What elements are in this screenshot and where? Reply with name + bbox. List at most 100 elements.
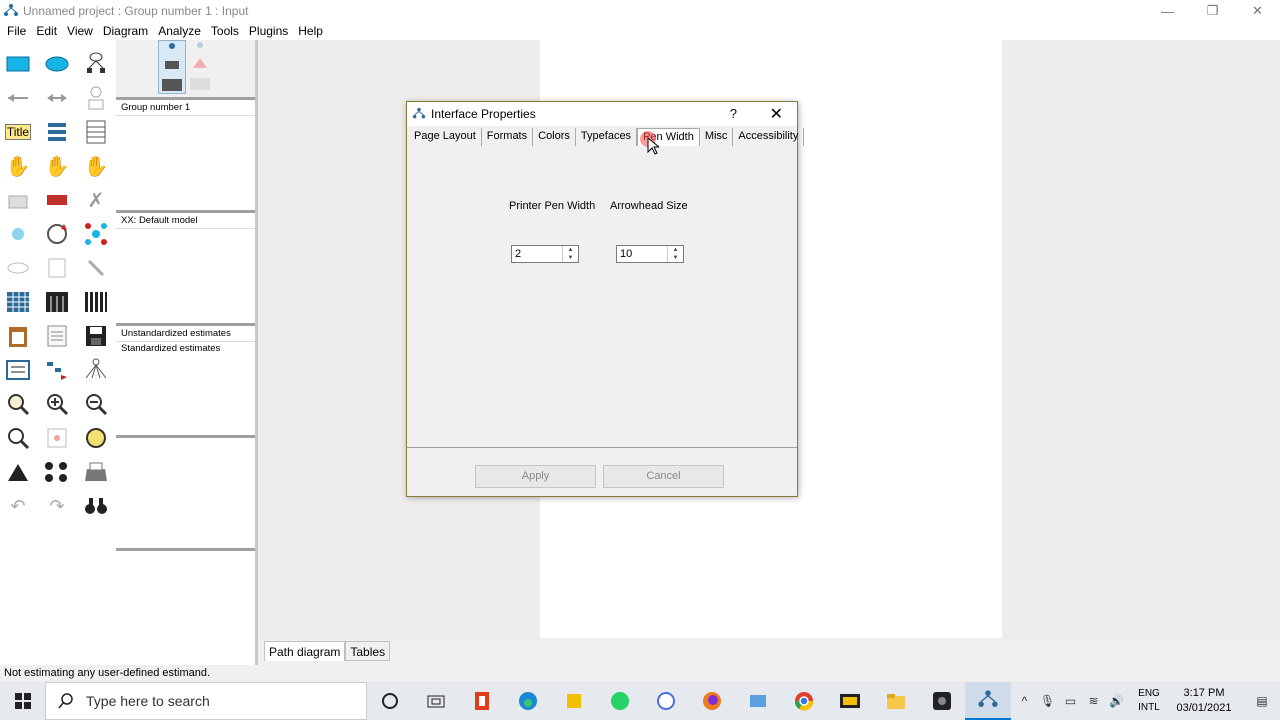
unstandardized-estimates-item[interactable]: Unstandardized estimates (116, 326, 255, 342)
zoom-in-area-icon[interactable] (3, 390, 33, 418)
model-item[interactable]: XX: Default model (116, 213, 255, 229)
start-button[interactable] (0, 682, 45, 720)
whatsapp-icon[interactable] (597, 682, 643, 720)
clock[interactable]: 3:17 PM 03/01/2021 (1164, 686, 1244, 716)
select-all-objects-icon[interactable]: ✋ (42, 152, 72, 180)
maximize-button[interactable]: ❐ (1190, 0, 1235, 22)
reflect-indicators-icon[interactable] (81, 220, 111, 248)
move-parameter-icon[interactable] (3, 254, 33, 282)
spin-down-icon[interactable]: ▼ (668, 254, 683, 262)
file-explorer-icon[interactable] (873, 682, 919, 720)
spin-up-icon[interactable]: ▲ (668, 246, 683, 254)
multiple-group-analysis-icon[interactable] (42, 458, 72, 486)
tab-colors[interactable]: Colors (533, 128, 576, 146)
tab-accessibility[interactable]: Accessibility (733, 128, 805, 146)
select-data-files-icon[interactable] (3, 288, 33, 316)
move-objects-icon[interactable] (42, 186, 72, 214)
task-view-icon[interactable] (413, 682, 459, 720)
preserve-symmetries-icon[interactable] (81, 356, 111, 384)
microphone-icon[interactable]: 🎙 (1036, 694, 1059, 708)
draw-covariance-icon[interactable] (42, 84, 72, 112)
zoom-out-icon[interactable] (81, 390, 111, 418)
scroll-diagram-icon[interactable] (42, 254, 72, 282)
select-one-object-icon[interactable]: ✋ (3, 152, 33, 180)
specification-search-icon[interactable] (81, 492, 111, 520)
view-text-output-icon[interactable] (42, 322, 72, 350)
deselect-all-objects-icon[interactable]: ✋ (81, 152, 111, 180)
files-icon[interactable] (735, 682, 781, 720)
firefox-icon[interactable] (689, 682, 735, 720)
tab-page-layout[interactable]: Page Layout (409, 128, 482, 146)
help-button[interactable]: ? (730, 106, 737, 121)
bayesian-estimation-icon[interactable] (3, 458, 33, 486)
draw-observed-variable-icon[interactable] (3, 50, 33, 78)
copy-to-clipboard-icon[interactable] (3, 322, 33, 350)
language-indicator[interactable]: ENG INTL (1134, 687, 1164, 715)
menu-help[interactable]: Help (293, 24, 328, 38)
list-variables-in-model-icon[interactable] (42, 118, 72, 146)
title-tool-icon[interactable]: Title (3, 118, 33, 146)
rotate-indicators-icon[interactable] (42, 220, 72, 248)
menu-file[interactable]: File (2, 24, 31, 38)
print-diagram-icon[interactable] (81, 458, 111, 486)
menu-plugins[interactable]: Plugins (244, 24, 293, 38)
spin-down-icon[interactable]: ▼ (563, 254, 578, 262)
printer-pen-width-spinner[interactable]: 2 ▲ ▼ (511, 245, 579, 263)
chrome-icon[interactable] (781, 682, 827, 720)
draw-unobserved-variable-icon[interactable] (42, 50, 72, 78)
menu-view[interactable]: View (62, 24, 98, 38)
dialog-title-bar[interactable]: Interface Properties ? ✕ (407, 102, 797, 126)
drag-properties-icon[interactable] (42, 356, 72, 384)
duplicate-objects-icon[interactable] (3, 186, 33, 214)
menu-tools[interactable]: Tools (206, 24, 244, 38)
calculate-estimates-icon[interactable] (81, 288, 111, 316)
show-hidden-icons-icon[interactable]: ^ (1013, 694, 1036, 708)
camera-app-icon[interactable] (919, 682, 965, 720)
volume-icon[interactable]: 🔊 (1105, 694, 1128, 708)
minimize-button[interactable]: — (1145, 0, 1190, 22)
undo-icon[interactable]: ↶ (3, 492, 33, 520)
view-page-icon[interactable] (3, 424, 33, 452)
erase-objects-icon[interactable]: ✗ (81, 186, 111, 214)
battery-icon[interactable]: ▭ (1059, 694, 1082, 708)
dialog-close-button[interactable]: ✕ (770, 104, 783, 124)
apply-button[interactable]: Apply (475, 465, 596, 488)
cancel-button[interactable]: Cancel (603, 465, 724, 488)
change-shape-icon[interactable] (3, 220, 33, 248)
wifi-icon[interactable]: ≋ (1082, 694, 1105, 708)
sticky-notes-icon[interactable] (551, 682, 597, 720)
touch-up-icon[interactable] (81, 254, 111, 282)
draw-latent-indicator-icon[interactable] (81, 50, 111, 78)
edge-icon[interactable] (505, 682, 551, 720)
menu-edit[interactable]: Edit (31, 24, 62, 38)
analysis-properties-icon[interactable] (42, 288, 72, 316)
redo-icon[interactable]: ↷ (42, 492, 72, 520)
standardized-estimates-item[interactable]: Standardized estimates (116, 342, 255, 356)
menu-diagram[interactable]: Diagram (98, 24, 153, 38)
taskbar-search-box[interactable]: Type here to search (45, 682, 367, 720)
tab-tables[interactable]: Tables (345, 641, 391, 661)
amos-taskbar-icon[interactable] (965, 682, 1011, 720)
draw-path-icon[interactable] (3, 84, 33, 112)
close-window-button[interactable]: ✕ (1235, 0, 1280, 22)
loupe-icon[interactable] (81, 424, 111, 452)
add-unique-variable-icon[interactable] (81, 84, 111, 112)
office-icon[interactable] (459, 682, 505, 720)
cortana-icon[interactable] (367, 682, 413, 720)
tab-formats[interactable]: Formats (482, 128, 534, 146)
tab-typefaces[interactable]: Typefaces (576, 128, 638, 146)
zoom-in-icon[interactable] (42, 390, 72, 418)
group-item[interactable]: Group number 1 (116, 100, 255, 116)
fit-to-page-icon[interactable] (42, 424, 72, 452)
save-diagram-icon[interactable] (81, 322, 111, 350)
view-input-button[interactable] (158, 40, 186, 94)
list-variables-in-dataset-icon[interactable] (81, 118, 111, 146)
arrowhead-size-spinner[interactable]: 10 ▲ ▼ (616, 245, 684, 263)
view-output-button[interactable] (187, 40, 215, 94)
tab-misc[interactable]: Misc (700, 128, 734, 146)
notifications-icon[interactable]: ▤ (1244, 694, 1280, 708)
pdf-app-icon[interactable] (827, 682, 873, 720)
tab-path-diagram[interactable]: Path diagram (264, 641, 346, 661)
menu-analyze[interactable]: Analyze (153, 24, 206, 38)
object-properties-icon[interactable] (3, 356, 33, 384)
